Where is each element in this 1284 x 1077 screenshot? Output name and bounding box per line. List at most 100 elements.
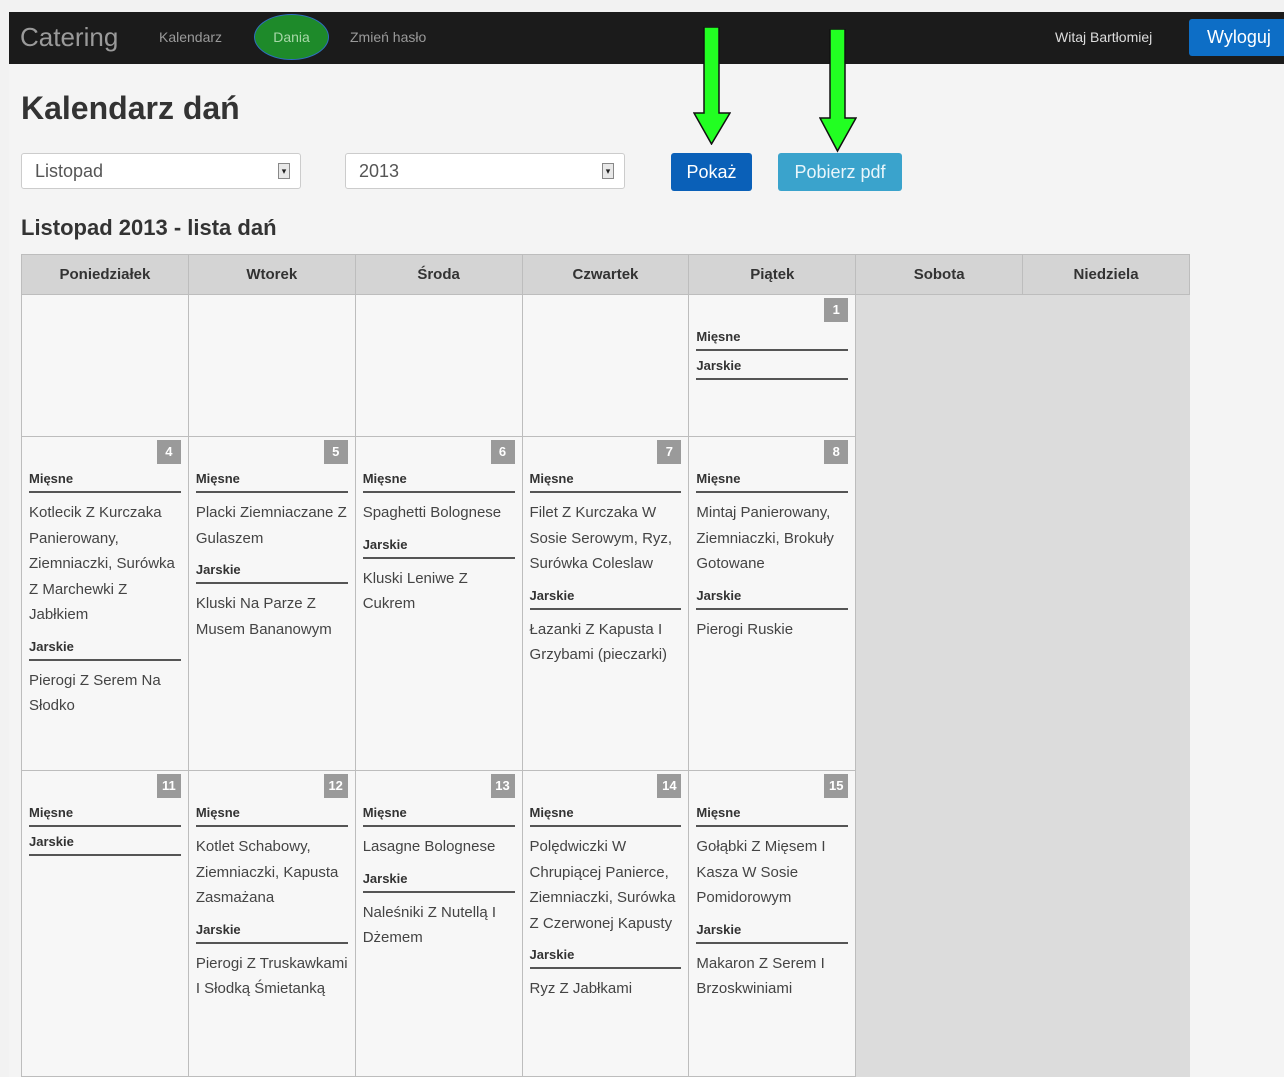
weekday-header-row: Poniedziałek Wtorek Środa Czwartek Piąte…	[21, 254, 1190, 295]
veg-category-label: Jarskie	[696, 588, 849, 610]
weekday-header: Piątek	[688, 254, 857, 295]
dropdown-arrow-icon: ▾	[278, 163, 290, 179]
meat-dish: Filet Z Kurczaka W Sosie Serowym, Ryz, S…	[529, 504, 673, 572]
year-select-value: 2013	[359, 161, 400, 181]
weekend-cell	[855, 436, 1024, 771]
meat-category-label: Mięsne	[362, 471, 515, 493]
meat-dish: Gołąbki Z Mięsem I Kasza W Sosie Pomidor…	[696, 838, 826, 906]
logout-button[interactable]: Wyloguj	[1189, 19, 1284, 56]
meat-category-label: Mięsne	[529, 805, 682, 827]
veg-category-label: Jarskie	[195, 562, 348, 584]
day-cell: 15 Mięsne Gołąbki Z Mięsem I Kasza W Sos…	[688, 770, 857, 1077]
calendar-table: Poniedziałek Wtorek Środa Czwartek Piąte…	[21, 254, 1190, 1077]
veg-category-label: Jarskie	[29, 639, 181, 661]
weekday-header: Niedziela	[1022, 254, 1190, 295]
weekend-cell	[855, 770, 1024, 1077]
page-title: Kalendarz dań	[21, 90, 240, 126]
day-cell: 13 Mięsne Lasagne Bolognese Jarskie Nale…	[354, 770, 523, 1077]
veg-category-label: Jarskie	[529, 588, 682, 610]
meat-category-label: Mięsne	[29, 471, 181, 493]
weekend-cell	[855, 294, 1024, 437]
meat-category-label: Mięsne	[529, 471, 682, 493]
day-number: 5	[323, 440, 348, 464]
meat-dish: Polędwiczki W Chrupiącej Panierce, Ziemn…	[529, 838, 676, 932]
page: Catering Kalendarz Dania Zmień hasło Wit…	[9, 12, 1284, 1077]
veg-dish: Makaron Z Serem I Brzoskwiniami	[696, 954, 825, 998]
meat-dish: Lasagne Bolognese	[362, 838, 496, 855]
week-row: 4 Mięsne Kotlecik Z Kurczaka Panierowany…	[21, 436, 1190, 771]
day-number: 6	[490, 440, 515, 464]
day-cell: 12 Mięsne Kotlet Schabowy, Ziemniaczki, …	[187, 770, 356, 1077]
veg-category-label: Jarskie	[696, 358, 849, 380]
user-greeting: Witaj Bartłomiej	[1055, 29, 1153, 45]
day-cell: 8 Mięsne Mintaj Panierowany, Ziemniaczki…	[688, 436, 857, 771]
meat-dish: Spaghetti Bolognese	[362, 504, 502, 521]
day-cell: 11 Mięsne Jarskie	[21, 770, 189, 1077]
day-cell: 14 Mięsne Polędwiczki W Chrupiącej Panie…	[521, 770, 690, 1077]
veg-category-label: Jarskie	[696, 922, 849, 944]
meat-category-label: Mięsne	[696, 805, 849, 827]
veg-dish: Kluski Leniwe Z Cukrem	[362, 569, 468, 613]
nav-link-kalendarz[interactable]: Kalendarz	[159, 29, 222, 45]
meat-category-label: Mięsne	[696, 471, 849, 493]
weekend-cell	[1022, 436, 1190, 771]
day-number: 7	[657, 440, 682, 464]
meat-category-label: Mięsne	[195, 471, 348, 493]
meat-dish: Placki Ziemniaczane Z Gulaszem	[195, 504, 347, 547]
weekday-header: Poniedziałek	[21, 254, 189, 295]
veg-dish: Pierogi Z Truskawkami I Słodką Śmietanką	[195, 954, 348, 998]
veg-dish: Pierogi Ruskie	[696, 620, 794, 638]
annotation-arrow-icon	[693, 27, 731, 145]
day-number: 15	[824, 774, 849, 798]
day-cell: 7 Mięsne Filet Z Kurczaka W Sosie Serowy…	[521, 436, 690, 771]
veg-dish: Kluski Na Parze Z Musem Bananowym	[195, 595, 332, 638]
weekend-cell	[1022, 294, 1190, 437]
meat-category-label: Mięsne	[696, 329, 849, 351]
meat-dish: Kotlecik Z Kurczaka Panierowany, Ziemnia…	[29, 504, 175, 623]
navbar: Catering Kalendarz Dania Zmień hasło Wit…	[9, 12, 1284, 64]
month-select[interactable]: Listopad ▾	[21, 153, 301, 189]
meat-category-label: Mięsne	[195, 805, 348, 827]
veg-category-label: Jarskie	[529, 947, 682, 969]
show-button[interactable]: Pokaż	[671, 153, 752, 191]
empty-day-cell	[354, 294, 523, 437]
day-number: 12	[323, 774, 348, 798]
nav-link-zmien-haslo[interactable]: Zmień hasło	[350, 29, 426, 45]
meat-dish: Mintaj Panierowany, Ziemniaczki, Brokuły…	[696, 504, 834, 572]
veg-category-label: Jarskie	[29, 834, 181, 856]
weekday-header: Sobota	[855, 254, 1024, 295]
veg-category-label: Jarskie	[195, 922, 348, 944]
download-pdf-button[interactable]: Pobierz pdf	[778, 153, 902, 191]
veg-dish: Pierogi Z Serem Na Słodko	[29, 671, 161, 715]
nav-link-dania[interactable]: Dania	[254, 14, 329, 60]
day-number: 14	[657, 774, 682, 798]
veg-dish: Naleśniki Z Nutellą I Dżemem	[362, 903, 497, 947]
annotation-arrow-icon	[819, 29, 857, 153]
weekday-header: Czwartek	[521, 254, 690, 295]
day-number: 8	[824, 440, 849, 464]
veg-dish: Ryz Z Jabłkami	[529, 980, 633, 997]
day-cell: 1 Mięsne Jarskie	[688, 294, 857, 437]
veg-category-label: Jarskie	[362, 871, 515, 893]
month-select-value: Listopad	[35, 161, 104, 181]
day-cell: 4 Mięsne Kotlecik Z Kurczaka Panierowany…	[21, 436, 189, 771]
week-row: 1 Mięsne Jarskie	[21, 294, 1190, 437]
dropdown-arrow-icon: ▾	[602, 163, 614, 179]
veg-dish: Łazanki Z Kapusta I Grzybami (pieczarki)	[529, 620, 668, 664]
meat-category-label: Mięsne	[29, 805, 181, 827]
brand-logo[interactable]: Catering	[20, 22, 118, 53]
empty-day-cell	[187, 294, 356, 437]
empty-day-cell	[21, 294, 189, 437]
meat-dish: Kotlet Schabowy, Ziemniaczki, Kapusta Za…	[195, 838, 339, 906]
list-title: Listopad 2013 - lista dań	[21, 215, 277, 240]
day-cell: 5 Mięsne Placki Ziemniaczane Z Gulaszem …	[187, 436, 356, 771]
day-number: 1	[824, 298, 849, 322]
weekday-header: Środa	[354, 254, 523, 295]
day-number: 11	[156, 774, 181, 798]
day-number: 4	[156, 440, 181, 464]
year-select[interactable]: 2013 ▾	[345, 153, 625, 189]
weekday-header: Wtorek	[187, 254, 356, 295]
week-row: 11 Mięsne Jarskie 12 Mięsne Kotlet Schab…	[21, 770, 1190, 1077]
weekend-cell	[1022, 770, 1190, 1077]
day-cell: 6 Mięsne Spaghetti Bolognese Jarskie Klu…	[354, 436, 523, 771]
